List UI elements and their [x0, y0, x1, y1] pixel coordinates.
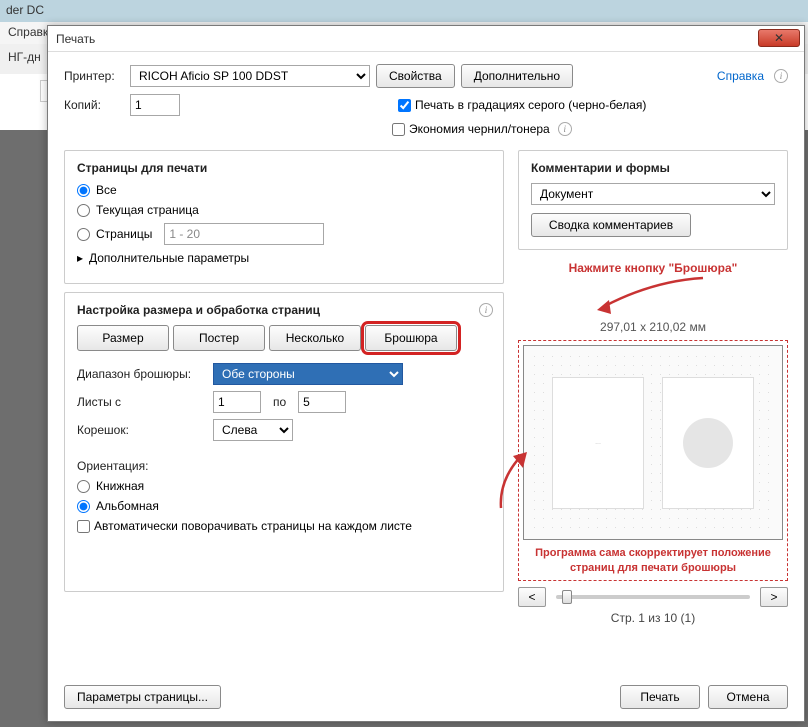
sheets-to-label: по — [273, 395, 286, 409]
callout-top: Нажмите кнопку "Брошюра" — [518, 260, 788, 276]
booklet-range-label: Диапазон брошюры: — [77, 367, 207, 381]
copies-input[interactable] — [130, 94, 180, 116]
help-info-icon[interactable]: i — [774, 69, 788, 83]
spine-label: Корешок: — [77, 423, 207, 437]
radio-landscape[interactable] — [77, 500, 90, 513]
arrow-icon-2 — [493, 450, 533, 510]
copies-label: Копий: — [64, 98, 124, 112]
advanced-button[interactable]: Дополнительно — [461, 64, 573, 88]
tab-poster[interactable]: Постер — [173, 325, 265, 351]
close-button[interactable]: ✕ — [758, 29, 800, 47]
preview-area: ... Программа сама скорректирует положен… — [518, 340, 788, 581]
print-dialog: Печать ✕ Принтер: RICOH Aficio SP 100 DD… — [47, 25, 805, 722]
comments-select[interactable]: Документ — [531, 183, 775, 205]
sheets-from-label: Листы с — [77, 395, 207, 409]
printer-select[interactable]: RICOH Aficio SP 100 DDST — [130, 65, 370, 87]
radio-all[interactable] — [77, 184, 90, 197]
printer-label: Принтер: — [64, 69, 124, 83]
page-slider[interactable] — [556, 595, 750, 599]
inksave-cb-input[interactable] — [392, 123, 405, 136]
properties-button[interactable]: Свойства — [376, 64, 455, 88]
help-link[interactable]: Справка — [717, 69, 764, 83]
sizing-group: Настройка размера и обработка страниц i … — [64, 292, 504, 592]
inksave-info-icon[interactable]: i — [558, 122, 572, 136]
pager-label: Стр. 1 из 10 (1) — [518, 611, 788, 625]
sheets-to-input[interactable] — [298, 391, 346, 413]
inksave-checkbox[interactable]: Экономия чернил/тонера i — [392, 122, 572, 136]
more-params-toggle[interactable]: Дополнительные параметры — [89, 251, 249, 265]
spine-select[interactable]: Слева — [213, 419, 293, 441]
page-setup-button[interactable]: Параметры страницы... — [64, 685, 221, 709]
pages-group-title: Страницы для печати — [77, 161, 491, 175]
radio-range[interactable] — [77, 228, 90, 241]
orientation-label: Ориентация: — [77, 459, 148, 473]
comments-group-title: Комментарии и формы — [531, 161, 775, 175]
arrow-icon — [593, 276, 713, 316]
sheets-from-input[interactable] — [213, 391, 261, 413]
comments-group: Комментарии и формы Документ Сводка комм… — [518, 150, 788, 250]
tab-multi[interactable]: Несколько — [269, 325, 361, 351]
preview-pager: < > — [518, 587, 788, 607]
close-icon: ✕ — [774, 31, 784, 45]
next-page-button[interactable]: > — [760, 587, 788, 607]
pages-group: Страницы для печати Все Текущая страница… — [64, 150, 504, 284]
autorotate-checkbox[interactable] — [77, 520, 90, 533]
page-range-input[interactable] — [164, 223, 324, 245]
print-button[interactable]: Печать — [620, 685, 700, 709]
grayscale-checkbox[interactable]: Печать в градациях серого (черно-белая) — [398, 98, 646, 112]
dialog-title: Печать — [56, 32, 95, 46]
dialog-titlebar: Печать ✕ — [48, 26, 804, 52]
radio-portrait[interactable] — [77, 480, 90, 493]
booklet-range-select[interactable]: Обе стороны — [213, 363, 403, 385]
summary-button[interactable]: Сводка комментариев — [531, 213, 691, 237]
callout-bottom: Программа сама скорректирует положение с… — [523, 546, 783, 576]
radio-current[interactable] — [77, 204, 90, 217]
prev-page-button[interactable]: < — [518, 587, 546, 607]
tab-booklet[interactable]: Брошюра — [365, 325, 457, 351]
app-titlebar: der DC — [0, 0, 808, 22]
preview-dims: 297,01 x 210,02 мм — [518, 320, 788, 334]
tab-size[interactable]: Размер — [77, 325, 169, 351]
sizing-info-icon[interactable]: i — [479, 303, 493, 317]
grayscale-cb-input[interactable] — [398, 99, 411, 112]
sizing-group-title: Настройка размера и обработка страниц — [77, 303, 491, 317]
cancel-button[interactable]: Отмена — [708, 685, 788, 709]
